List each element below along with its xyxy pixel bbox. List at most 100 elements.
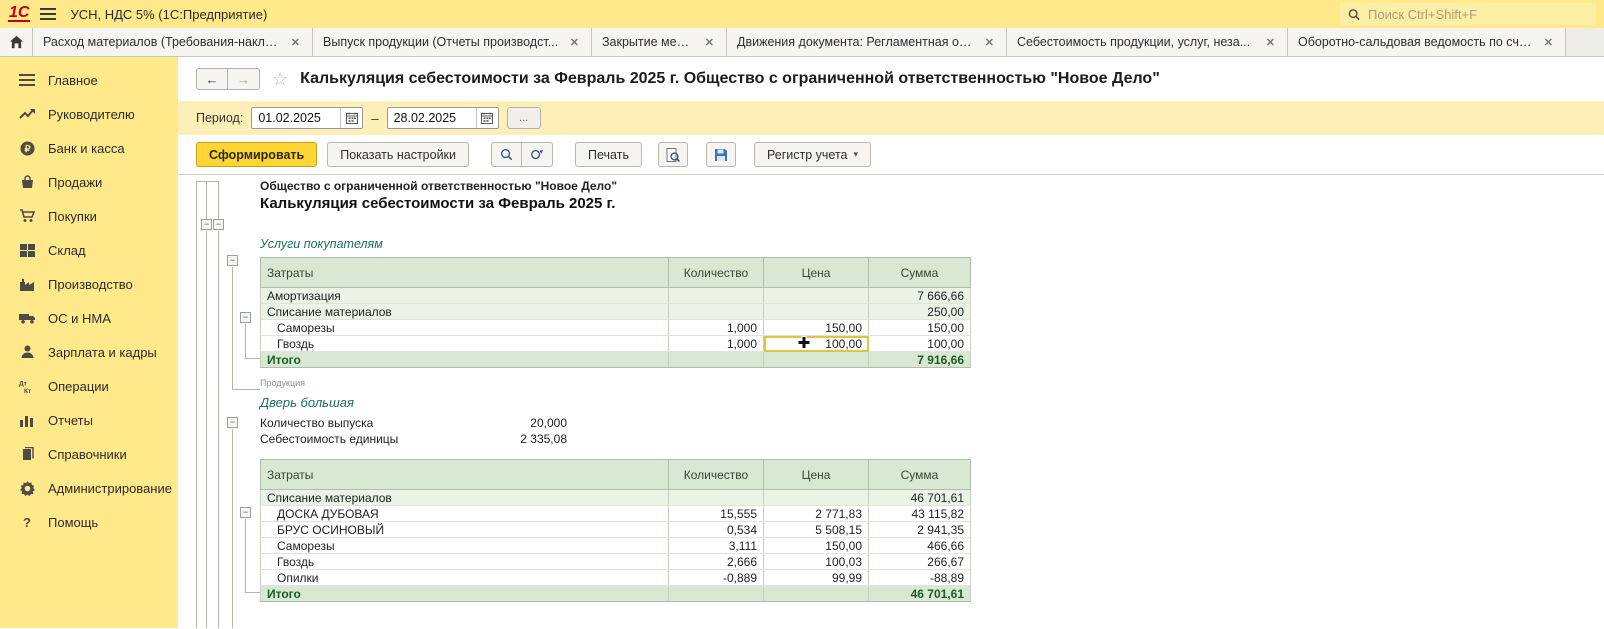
collapse-button[interactable]: −: [201, 219, 212, 230]
print-button[interactable]: Печать: [575, 142, 642, 167]
cell-name[interactable]: Гвоздь: [261, 554, 669, 570]
cell-qty[interactable]: 1,000: [669, 320, 764, 336]
tab-1[interactable]: Выпуск продукции (Отчеты производст...✕: [313, 28, 592, 56]
sidebar-item-1[interactable]: Руководителю: [0, 97, 178, 131]
tab-close-icon[interactable]: ✕: [289, 35, 302, 50]
tab-3[interactable]: Движения документа: Регламентная оп...✕: [727, 28, 1007, 56]
cell-qty[interactable]: [669, 304, 764, 320]
cell-sum[interactable]: 266,67: [869, 554, 971, 570]
cell-qty[interactable]: 3,111: [669, 538, 764, 554]
cell-price[interactable]: [764, 586, 869, 602]
sidebar-item-6[interactable]: Производство: [0, 267, 178, 301]
cell-price[interactable]: [764, 288, 869, 304]
sidebar-item-12[interactable]: Администрирование: [0, 471, 178, 505]
cell-name[interactable]: Опилки: [261, 570, 669, 586]
cell-name[interactable]: Амортизация: [261, 288, 669, 304]
search-input[interactable]: [1366, 6, 1588, 23]
cell-qty[interactable]: 0,534: [669, 522, 764, 538]
sidebar-item-10[interactable]: Отчеты: [0, 403, 178, 437]
cell-price[interactable]: 150,00: [764, 538, 869, 554]
generate-button[interactable]: Сформировать: [196, 142, 317, 167]
collapse-button[interactable]: −: [240, 312, 251, 323]
tab-0[interactable]: Расход материалов (Требования-накла...✕: [33, 28, 313, 56]
nav-back-button[interactable]: ←: [196, 68, 228, 90]
cell-price[interactable]: [764, 490, 869, 506]
cell-price[interactable]: 100,03: [764, 554, 869, 570]
sidebar-item-7[interactable]: ОС и НМА: [0, 301, 178, 335]
save-button[interactable]: [706, 142, 736, 167]
cell-price[interactable]: [764, 352, 869, 368]
period-from-field[interactable]: 01.02.2025: [251, 107, 363, 129]
cell-sum[interactable]: 43 115,82: [869, 506, 971, 522]
cell-sum[interactable]: 46 701,61: [869, 586, 971, 602]
cell-name[interactable]: Списание материалов: [261, 490, 669, 506]
cell-qty[interactable]: 15,555: [669, 506, 764, 522]
cell-price[interactable]: [764, 304, 869, 320]
cell-sum[interactable]: -88,89: [869, 570, 971, 586]
period-from-value[interactable]: 01.02.2025: [252, 111, 340, 125]
tab-close-icon[interactable]: ✕: [1542, 35, 1555, 50]
calendar-icon[interactable]: [476, 108, 498, 128]
cell-name[interactable]: Саморезы: [261, 538, 669, 554]
nav-forward-button[interactable]: →: [228, 68, 260, 90]
collapse-button[interactable]: −: [213, 219, 224, 230]
output-quantity-value[interactable]: 20,000: [530, 416, 567, 430]
cell-name[interactable]: Саморезы: [261, 320, 669, 336]
cell-sum[interactable]: 466,66: [869, 538, 971, 554]
cell-sum[interactable]: 7 916,66: [869, 352, 971, 368]
preview-button[interactable]: [658, 142, 688, 167]
cell-name[interactable]: ДОСКА ДУБОВАЯ: [261, 506, 669, 522]
cell-qty[interactable]: [669, 352, 764, 368]
period-to-field[interactable]: 28.02.2025: [387, 107, 499, 129]
cell-name[interactable]: Гвоздь: [261, 336, 669, 352]
tab-close-icon[interactable]: ✕: [983, 35, 996, 50]
cell-price[interactable]: 2 771,83: [764, 506, 869, 522]
sidebar-item-2[interactable]: ₽Банк и касса: [0, 131, 178, 165]
tab-close-icon[interactable]: ✕: [568, 35, 581, 50]
register-dropdown[interactable]: Регистр учета ▾: [754, 142, 871, 167]
collapse-button[interactable]: −: [227, 255, 238, 266]
cell-name[interactable]: Итого: [261, 586, 669, 602]
cell-qty[interactable]: [669, 586, 764, 602]
calendar-icon[interactable]: [340, 108, 362, 128]
sidebar-item-5[interactable]: Склад: [0, 233, 178, 267]
tab-5[interactable]: Оборотно-сальдовая ведомость по сче...✕: [1288, 28, 1566, 56]
favorite-star-icon[interactable]: ☆: [272, 69, 288, 90]
cell-qty[interactable]: [669, 490, 764, 506]
cell-qty[interactable]: 1,000: [669, 336, 764, 352]
find-next-button[interactable]: [522, 142, 553, 167]
tab-2[interactable]: Закрытие месяца✕: [592, 28, 727, 56]
cell-qty[interactable]: -0,889: [669, 570, 764, 586]
tab-close-icon[interactable]: ✕: [1264, 35, 1277, 50]
cell-sum[interactable]: 46 701,61: [869, 490, 971, 506]
cell-price[interactable]: 99,99: [764, 570, 869, 586]
sidebar-item-13[interactable]: ?Помощь: [0, 505, 178, 539]
cell-qty[interactable]: [669, 288, 764, 304]
cell-sum[interactable]: 7 666,66: [869, 288, 971, 304]
tab-close-icon[interactable]: ✕: [703, 35, 716, 50]
cell-sum[interactable]: 250,00: [869, 304, 971, 320]
home-tab[interactable]: [0, 28, 33, 56]
sidebar-item-8[interactable]: Зарплата и кадры: [0, 335, 178, 369]
unit-cost-value[interactable]: 2 335,08: [520, 432, 567, 446]
cell-sum[interactable]: 2 941,35: [869, 522, 971, 538]
cell-price[interactable]: 100,00: [764, 336, 869, 352]
main-menu-icon[interactable]: [40, 8, 56, 20]
period-more-button[interactable]: ...: [507, 107, 541, 129]
collapse-button[interactable]: −: [240, 507, 251, 518]
sidebar-item-4[interactable]: Покупки: [0, 199, 178, 233]
sidebar-item-9[interactable]: ДтКтОперации: [0, 369, 178, 403]
cell-sum[interactable]: 100,00: [869, 336, 971, 352]
show-settings-button[interactable]: Показать настройки: [327, 142, 469, 167]
sidebar-item-0[interactable]: Главное: [0, 63, 178, 97]
cell-name[interactable]: Итого: [261, 352, 669, 368]
global-search[interactable]: [1340, 3, 1596, 25]
period-to-value[interactable]: 28.02.2025: [388, 111, 476, 125]
cell-sum[interactable]: 150,00: [869, 320, 971, 336]
cell-price[interactable]: 5 508,15: [764, 522, 869, 538]
cell-qty[interactable]: 2,666: [669, 554, 764, 570]
collapse-button[interactable]: −: [227, 417, 238, 428]
sidebar-item-3[interactable]: Продажи: [0, 165, 178, 199]
find-button[interactable]: [491, 142, 522, 167]
cell-name[interactable]: Списание материалов: [261, 304, 669, 320]
